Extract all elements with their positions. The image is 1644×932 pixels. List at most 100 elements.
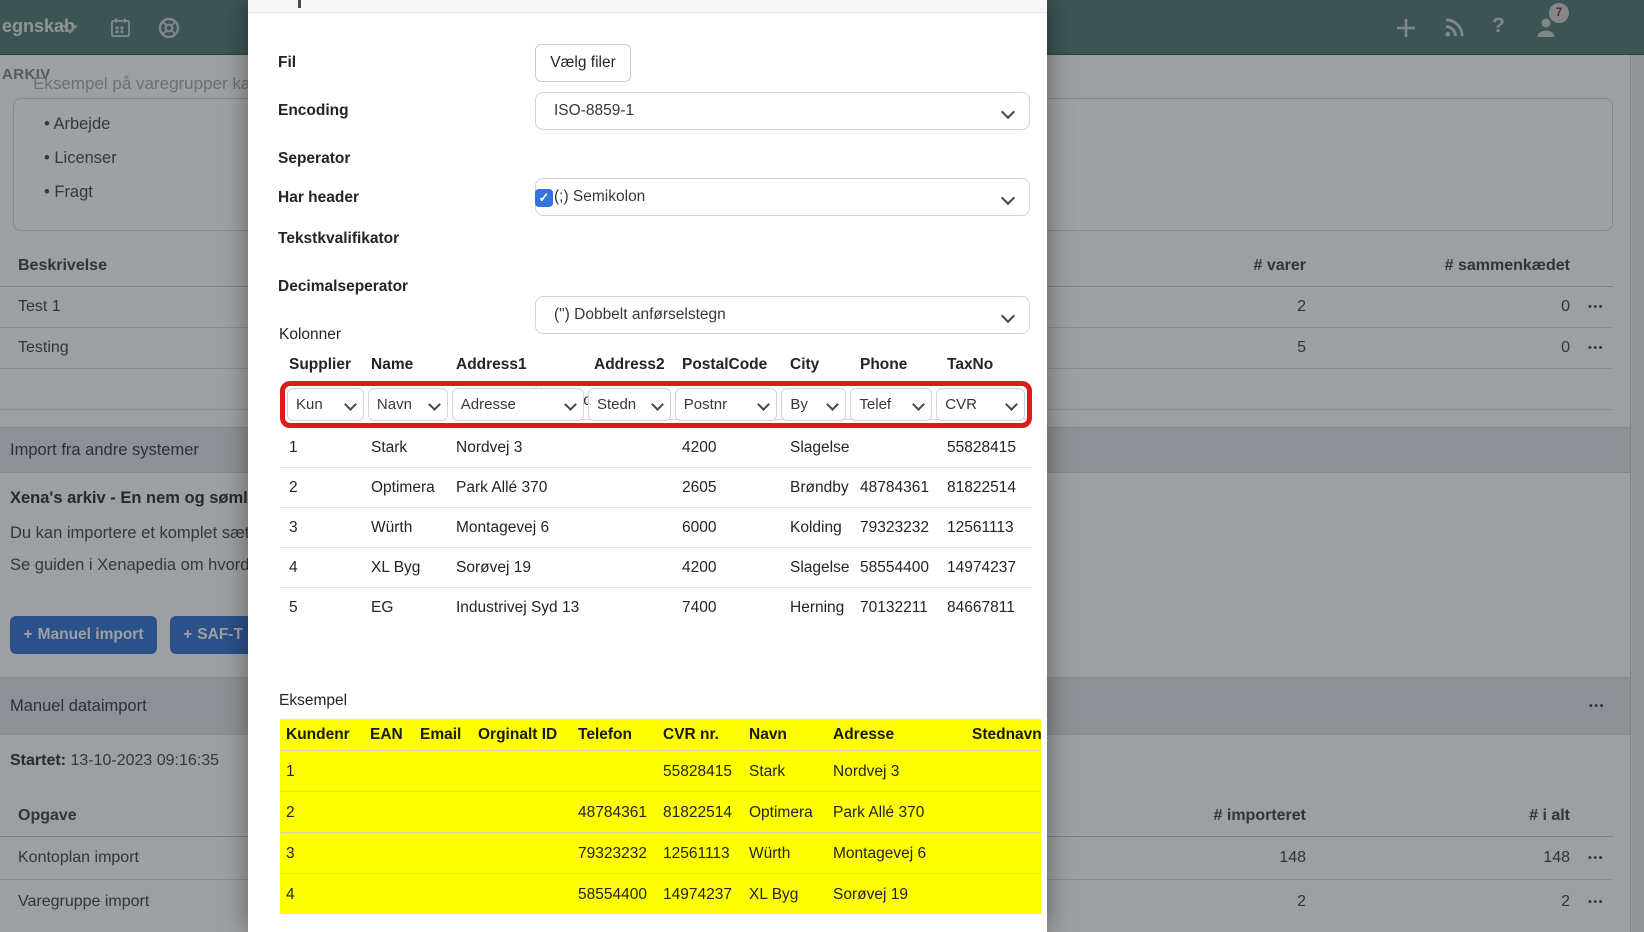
encoding-label: Encoding xyxy=(278,92,528,130)
column-header: Telefon xyxy=(572,719,657,750)
cell xyxy=(472,792,572,832)
cell: Würth xyxy=(362,508,447,547)
mapping-select-taxno[interactable]: CVR xyxy=(936,388,1025,421)
mapping-select-city[interactable]: By xyxy=(781,388,846,421)
mapping-select-name[interactable]: Navn xyxy=(368,388,448,421)
file-picker-button[interactable]: Vælg filer xyxy=(535,44,631,82)
cell: Slagelse xyxy=(781,428,851,467)
mapping-select-phone[interactable]: Telef xyxy=(850,388,932,421)
column-header: Email xyxy=(414,719,472,750)
har-header-checkbox[interactable]: ✓ xyxy=(535,189,553,207)
cell: 2 xyxy=(280,468,362,507)
decimalseperator-label: Decimalseperator xyxy=(278,268,528,306)
cell xyxy=(472,874,572,914)
cell: Stark xyxy=(743,751,827,791)
cell: 48784361 xyxy=(572,792,657,832)
kolonner-preview-rows: 1StarkNordvej 34200Slagelse55828415 2Opt… xyxy=(280,428,1032,628)
cell: 55828415 xyxy=(657,751,743,791)
cell: Montagevej 6 xyxy=(827,833,966,873)
cell: Brøndby xyxy=(781,468,851,507)
cell: Nordvej 3 xyxy=(827,751,966,791)
cell xyxy=(966,751,1041,791)
table-row: 1StarkNordvej 34200Slagelse55828415 xyxy=(280,428,1032,468)
har-header-label: Har header xyxy=(278,184,528,212)
import-dialog: Fil Vælg filer Encoding ISO-8859-1 Seper… xyxy=(248,0,1047,932)
cell xyxy=(851,428,938,467)
column-header: Phone xyxy=(851,352,938,378)
cell xyxy=(966,792,1041,832)
cell: 79323232 xyxy=(851,508,938,547)
cell: 14974237 xyxy=(657,874,743,914)
cell: 79323232 xyxy=(572,833,657,873)
cell xyxy=(364,874,414,914)
column-header: Navn xyxy=(743,719,827,750)
table-row: 1 55828415StarkNordvej 3 xyxy=(280,750,1041,791)
cell: 48784361 xyxy=(851,468,938,507)
cell: 1 xyxy=(280,428,362,467)
mapping-select-address1[interactable]: Adresse xyxy=(452,388,584,421)
mapping-select-address2[interactable]: Stedn xyxy=(588,388,671,421)
table-row: 5EGIndustrivej Syd 137400Herning70132211… xyxy=(280,588,1032,628)
column-header: City xyxy=(781,352,851,378)
cell xyxy=(414,874,472,914)
cell: 14974237 xyxy=(938,548,1032,587)
eksempel-label: Eksempel xyxy=(279,692,347,710)
column-header: Orginalt ID xyxy=(472,719,572,750)
table-row: 2OptimeraPark Allé 3702605Brøndby4878436… xyxy=(280,468,1032,508)
cell: Stark xyxy=(362,428,447,467)
modal-title-remnant xyxy=(298,0,301,8)
cell xyxy=(966,874,1041,914)
table-row: 3WürthMontagevej 66000Kolding79323232125… xyxy=(280,508,1032,548)
cell: Optimera xyxy=(362,468,447,507)
table-row: 4XL BygSorøvej 194200Slagelse58554400149… xyxy=(280,548,1032,588)
cell: Würth xyxy=(743,833,827,873)
cell: 4 xyxy=(280,548,362,587)
cell xyxy=(966,833,1041,873)
cell: Park Allé 370 xyxy=(827,792,966,832)
cell: 12561113 xyxy=(657,833,743,873)
fil-label: Fil xyxy=(278,44,528,82)
cell: EG xyxy=(362,588,447,628)
mapping-selects-highlight: Kun Navn Adresse Stedn Postnr By Telef C… xyxy=(280,381,1032,428)
cell: Sorøvej 19 xyxy=(827,874,966,914)
cell: 81822514 xyxy=(938,468,1032,507)
column-header: CVR nr. xyxy=(657,719,743,750)
cell: XL Byg xyxy=(362,548,447,587)
cell: 58554400 xyxy=(851,548,938,587)
cell: Herning xyxy=(781,588,851,628)
cell xyxy=(364,833,414,873)
tekstkvalifikator-select[interactable]: (") Dobbelt anførselstegn xyxy=(535,296,1030,334)
column-header: Name xyxy=(362,352,447,378)
column-header: Address2 xyxy=(585,352,673,378)
cell xyxy=(414,792,472,832)
table-row: 45855440014974237XL BygSorøvej 19 xyxy=(280,873,1041,914)
cell xyxy=(585,588,673,628)
cell: 7400 xyxy=(673,588,781,628)
cell xyxy=(472,833,572,873)
encoding-select[interactable]: ISO-8859-1 xyxy=(535,92,1030,130)
cell: 2605 xyxy=(673,468,781,507)
cell: 58554400 xyxy=(572,874,657,914)
column-header: TaxNo xyxy=(938,352,1032,378)
mapping-select-postalcode[interactable]: Postnr xyxy=(675,388,778,421)
cell xyxy=(414,833,472,873)
cell: 55828415 xyxy=(938,428,1032,467)
column-header: Address1 xyxy=(447,352,585,378)
cell: 3 xyxy=(280,508,362,547)
cell: XL Byg xyxy=(743,874,827,914)
cell: Slagelse xyxy=(781,548,851,587)
column-header: Kundenr xyxy=(280,719,364,750)
cell: 2 xyxy=(280,792,364,832)
cell: 4200 xyxy=(673,548,781,587)
column-header: PostalCode xyxy=(673,352,781,378)
eksempel-header-row: Kundenr EAN Email Orginalt ID Telefon CV… xyxy=(280,719,1041,750)
table-row: 24878436181822514OptimeraPark Allé 370 xyxy=(280,791,1041,832)
mapping-select-supplier[interactable]: Kun xyxy=(287,388,364,421)
cell: 84667811 xyxy=(938,588,1032,628)
cell xyxy=(572,751,657,791)
cell xyxy=(585,468,673,507)
cell: Nordvej 3 xyxy=(447,428,585,467)
cell: 1 xyxy=(280,751,364,791)
separator-select[interactable]: (;) Semikolon xyxy=(535,178,1030,216)
cell xyxy=(585,548,673,587)
